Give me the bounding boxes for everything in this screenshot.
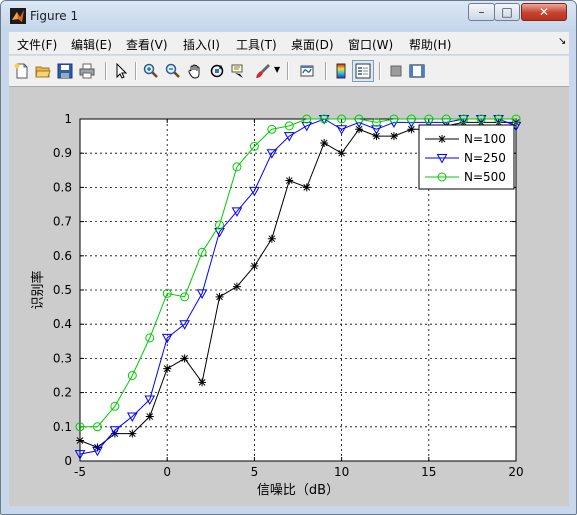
menu-desktop[interactable]: 桌面(D) (291, 36, 334, 53)
line-chart[interactable]: -5 0 5 10 15 2000.10.20.30.40.50.60.70.80.91信… (9, 87, 569, 506)
show-plot-tools-icon[interactable] (409, 63, 425, 79)
y-tick-label: 1 (64, 112, 72, 126)
data-point (215, 292, 224, 301)
x-tick-label: 15 (421, 465, 436, 479)
toolbar-separator (287, 62, 289, 80)
data-point (250, 262, 259, 271)
figure-toolbar: ▼ (9, 55, 569, 87)
y-tick-label: 0.4 (53, 317, 72, 331)
colorbar-icon[interactable] (333, 63, 349, 79)
figure-window: Figure 1 – □ ✕ 文件(F) 编辑(E) 查看(V) 插入(I) 工… (0, 0, 577, 515)
y-tick-label: 0.6 (53, 249, 72, 263)
data-point (232, 282, 241, 291)
legend-label: N=500 (464, 170, 506, 184)
print-icon[interactable] (79, 63, 95, 79)
edit-plot-arrow-icon[interactable] (113, 63, 129, 79)
y-tick-label: 0.7 (53, 215, 72, 229)
toolbar-separator (379, 62, 381, 80)
close-button[interactable]: ✕ (521, 3, 567, 21)
x-axis-label: 信噪比（dB） (257, 483, 339, 498)
y-tick-label: 0.8 (53, 180, 72, 194)
x-tick-label: 20 (508, 465, 523, 479)
legend-marker (438, 135, 446, 143)
data-point (267, 234, 276, 243)
menu-help[interactable]: 帮助(H) (409, 36, 451, 53)
menu-view[interactable]: 查看(V) (126, 36, 168, 53)
x-tick-label: 0 (163, 465, 171, 479)
menu-tools[interactable]: 工具(T) (236, 36, 277, 53)
data-point (337, 149, 346, 158)
legend: N=100 N=250 N=500 (418, 124, 515, 190)
menu-bar: 文件(F) 编辑(E) 查看(V) 插入(I) 工具(T) 桌面(D) 窗口(W… (9, 32, 569, 54)
menu-file[interactable]: 文件(F) (17, 36, 57, 53)
x-tick-label: 10 (334, 465, 349, 479)
legend-label: N=250 (464, 151, 506, 165)
y-tick-label: 0.1 (53, 420, 72, 434)
pan-hand-icon[interactable] (187, 63, 203, 79)
legend-label: N=100 (464, 132, 506, 146)
y-tick-label: 0.3 (53, 351, 72, 365)
y-tick-label: 0 (64, 454, 72, 468)
window-title: Figure 1 (30, 9, 79, 23)
data-point (285, 176, 294, 185)
data-point (180, 354, 189, 363)
y-tick-label: 0.5 (53, 283, 72, 297)
data-point (389, 132, 398, 141)
figure-canvas: -5 0 5 10 15 20 0 0.1 0.2 0.3 0.4 0.5 0.6 0.7 0.8 0.9 1 信… (9, 87, 569, 506)
data-point (128, 429, 137, 438)
rotate-3d-icon[interactable] (209, 63, 225, 79)
legend-icon[interactable] (352, 60, 374, 82)
menu-overflow-arrow-icon[interactable]: ↘ (558, 36, 566, 47)
maximize-button[interactable]: □ (494, 3, 520, 21)
new-figure-icon[interactable] (14, 63, 30, 79)
x-tick-label: 5 (251, 465, 259, 479)
data-point (145, 412, 154, 421)
link-plot-icon[interactable] (299, 63, 315, 79)
minimize-button[interactable]: – (468, 3, 495, 21)
zoom-out-icon[interactable] (165, 63, 181, 79)
brush-dropdown-icon[interactable]: ▼ (274, 65, 280, 74)
menu-window[interactable]: 窗口(W) (348, 36, 393, 53)
toolbar-separator (325, 62, 327, 80)
toolbar-separator (105, 62, 107, 80)
y-tick-label: 0.2 (53, 386, 72, 400)
zoom-in-icon[interactable] (143, 63, 159, 79)
data-point (163, 364, 172, 373)
save-icon[interactable] (57, 63, 73, 79)
menu-edit[interactable]: 编辑(E) (71, 36, 112, 53)
data-point (198, 378, 207, 387)
data-point (320, 138, 329, 147)
open-folder-icon[interactable] (35, 63, 51, 79)
y-tick-label: 0.9 (53, 146, 72, 160)
y-axis-label: 识别率 (30, 270, 46, 309)
data-point (302, 183, 311, 192)
matlab-logo-icon (10, 8, 26, 24)
title-bar[interactable]: Figure 1 – □ ✕ (1, 1, 576, 31)
toolbar-separator (135, 62, 137, 80)
hide-plot-tools-icon[interactable] (388, 63, 404, 79)
data-point (76, 436, 84, 445)
data-cursor-icon[interactable] (231, 63, 247, 79)
x-tick-label: -5 (74, 465, 86, 479)
menu-insert[interactable]: 插入(I) (183, 36, 220, 53)
brush-icon[interactable] (255, 63, 271, 79)
